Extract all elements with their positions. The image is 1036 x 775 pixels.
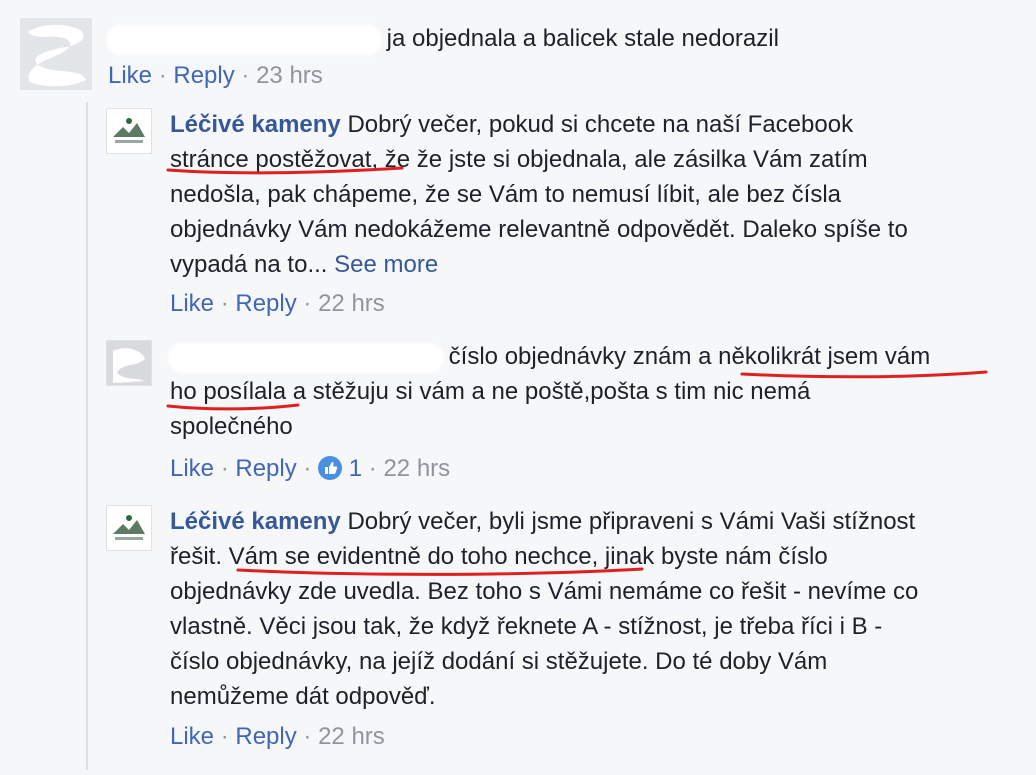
see-more-link[interactable]: See more	[334, 251, 438, 278]
reply-1-line-1: Léčivé kameny Dobrý večer, pokud si chce…	[170, 108, 853, 142]
comment-1-actions: Like · Reply · 23 hrs	[108, 61, 323, 91]
leaf-logo-icon	[107, 109, 151, 153]
comment-timestamp[interactable]: 22 hrs	[318, 723, 385, 750]
reply-3-actions: Like · Reply · 22 hrs	[170, 722, 385, 752]
comment-1-text: ja objednala a balicek stale nedorazil	[386, 25, 779, 52]
reply-3-line-5: číslo objednávky, na jejíž dodání si stě…	[170, 648, 828, 675]
page-avatar[interactable]	[106, 505, 152, 551]
reply-1-text: Dobrý večer, pokud si chcete na naší Fac…	[347, 111, 854, 138]
reply-1-line-5: vypadá na to... See more	[170, 248, 438, 282]
comment-timestamp[interactable]: 22 hrs	[383, 455, 450, 482]
redacted-author-name	[170, 344, 442, 371]
like-button[interactable]: Like	[170, 455, 214, 482]
separator-dot: ·	[303, 723, 312, 750]
like-button[interactable]: Like	[170, 723, 214, 750]
reply-1-line-3: nedošla, pak chápeme, že se Vám to nemus…	[170, 181, 842, 208]
reply-thread-line	[86, 102, 88, 770]
separator-dot: ·	[158, 62, 167, 89]
page-avatar[interactable]	[106, 108, 152, 154]
annotation-underline	[236, 567, 644, 576]
reply-3-text: Dobrý večer, byli jsme připraveni s Vámi…	[347, 508, 916, 535]
redacted-author-name	[108, 26, 380, 53]
reply-button[interactable]: Reply	[235, 455, 296, 482]
comment-1-body-line: ja objednala a balicek stale nedorazil	[108, 22, 779, 56]
reply-3-line-6: nemůžeme dát odpověď.	[170, 683, 436, 710]
annotation-underline	[166, 166, 404, 175]
separator-dot: ·	[303, 455, 312, 482]
leaf-logo-icon	[107, 506, 151, 550]
reply-1-text-end: vypadá na to...	[170, 251, 328, 278]
separator-dot: ·	[220, 455, 229, 482]
comment-timestamp[interactable]: 23 hrs	[256, 62, 323, 89]
annotation-underline	[740, 370, 988, 379]
comment-timestamp[interactable]: 22 hrs	[318, 290, 385, 317]
redacted-avatar-icon	[107, 341, 151, 385]
reply-3-line-1: Léčivé kameny Dobrý večer, byli jsme při…	[170, 505, 915, 539]
separator-dot: ·	[368, 455, 377, 482]
reply-button[interactable]: Reply	[173, 62, 234, 89]
avatar-redacted[interactable]	[106, 340, 152, 386]
separator-dot: ·	[241, 62, 250, 89]
like-button[interactable]: Like	[170, 290, 214, 317]
separator-dot: ·	[220, 723, 229, 750]
reply-1-line-4: objednávky Vám nedokážeme relevantně odp…	[170, 216, 908, 243]
reply-3-line-4: vlastně. Věci jsou tak, že když řeknete …	[170, 613, 883, 640]
reply-1-actions: Like · Reply · 22 hrs	[170, 289, 385, 319]
annotation-underline	[166, 403, 300, 411]
separator-dot: ·	[220, 290, 229, 317]
reply-button[interactable]: Reply	[235, 290, 296, 317]
avatar-redacted[interactable]	[20, 18, 92, 90]
author-name-link[interactable]: Léčivé kameny	[170, 508, 341, 535]
comment-thread: ja objednala a balicek stale nedorazil L…	[0, 0, 1036, 775]
reply-2-actions: Like · Reply · 1 · 22 hrs	[170, 454, 450, 484]
author-name-link[interactable]: Léčivé kameny	[170, 111, 341, 138]
like-button[interactable]: Like	[108, 62, 152, 89]
redacted-avatar-icon	[20, 18, 92, 90]
reply-button[interactable]: Reply	[235, 723, 296, 750]
reaction-count[interactable]: 1	[349, 455, 362, 482]
thumbs-up-icon[interactable]	[318, 456, 343, 480]
separator-dot: ·	[303, 290, 312, 317]
